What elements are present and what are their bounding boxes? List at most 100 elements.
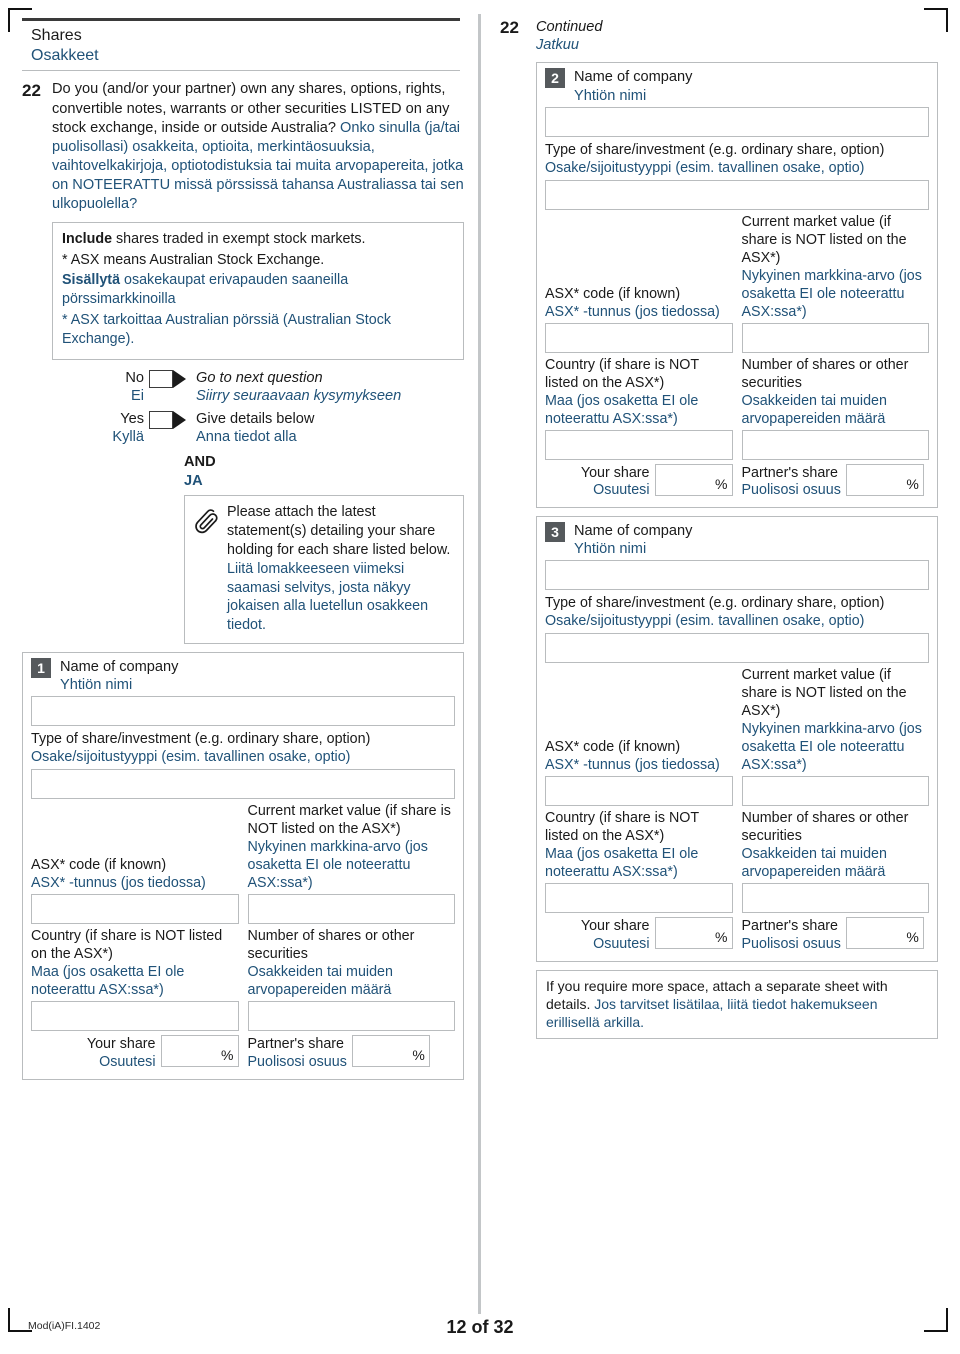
market-value-label-en: Current market value (if share is NOT li… bbox=[247, 803, 451, 838]
include-bold-fi: Sisällytä bbox=[62, 272, 121, 289]
asx-code-input[interactable] bbox=[545, 776, 733, 807]
partner-share-input[interactable]: % bbox=[845, 463, 924, 496]
asx-code-label-en: ASX* code (if known) bbox=[545, 285, 681, 302]
country-input[interactable] bbox=[31, 1001, 239, 1032]
market-value-label: Current market value (if share is NOT li… bbox=[742, 213, 930, 321]
company-name-input[interactable] bbox=[545, 560, 929, 591]
asx-note-en: * ASX means Australian Stock Exchange. bbox=[62, 251, 325, 268]
type-label-en: Type of share/investment (e.g. ordinary … bbox=[545, 595, 885, 612]
your-share-label: Your share Osuutesi bbox=[31, 1035, 161, 1071]
number-shares-label-en: Number of shares or other securities bbox=[247, 928, 415, 963]
type-label-fi: Osake/sijoitustyyppi (esim. tavallinen o… bbox=[545, 613, 865, 630]
entry-number-badge: 2 bbox=[545, 68, 565, 89]
country-label-en: Country (if share is NOT listed on the A… bbox=[545, 810, 699, 845]
market-value-label-fi: Nykyinen markkina-arvo (jos osaketta EI … bbox=[247, 839, 428, 892]
your-share-label-en: Your share bbox=[580, 464, 650, 481]
your-share-label-en: Your share bbox=[580, 918, 650, 935]
country-input[interactable] bbox=[545, 429, 733, 460]
answer-no-labels: No Ei bbox=[88, 369, 149, 406]
question-text: Do you (and/or your partner) own any sha… bbox=[52, 80, 464, 214]
share-type-input[interactable] bbox=[545, 179, 929, 210]
paperclip-icon bbox=[193, 503, 227, 635]
market-value-input[interactable] bbox=[741, 776, 929, 807]
type-label-fi: Osake/sijoitustyyppi (esim. tavallinen o… bbox=[31, 749, 351, 766]
asx-code-label: ASX* code (if known) ASX* -tunnus (jos t… bbox=[545, 285, 733, 321]
continued-number: 22 bbox=[500, 18, 519, 37]
question-number: 22 bbox=[22, 81, 41, 101]
company-label-en: Name of company bbox=[574, 523, 693, 540]
your-share-label: Your share Osuutesi bbox=[545, 917, 655, 953]
partner-share-input[interactable]: % bbox=[351, 1035, 430, 1068]
entry-header: 2 Name of company Yhtiön nimi bbox=[537, 63, 937, 104]
answer-yes-control[interactable] bbox=[149, 410, 193, 429]
your-share-input[interactable]: % bbox=[160, 1035, 239, 1068]
your-share-cell: Your share Osuutesi % bbox=[31, 1035, 239, 1071]
your-share-cell: Your share Osuutesi % bbox=[545, 917, 733, 953]
more-space-fi: Jos tarvitset lisätilaa, liitä tiedot ha… bbox=[546, 995, 878, 1031]
attachment-note-fi: Liitä lomakkeeseen viimeksi saamasi selv… bbox=[227, 560, 429, 634]
your-share-input[interactable]: % bbox=[654, 463, 733, 496]
question-body: Do you (and/or your partner) own any sha… bbox=[52, 80, 464, 645]
answer-no-row[interactable]: No Ei Go to next question Siirry seuraav… bbox=[88, 369, 464, 406]
country-shares-row: Country (if share is NOT listed on the A… bbox=[23, 927, 463, 1032]
partner-share-label: Partner's share Puolisosi osuus bbox=[248, 1035, 352, 1071]
asx-code-input[interactable] bbox=[545, 322, 733, 353]
include-line-fi: Sisällytä osakekaupat erivapauden saanei… bbox=[62, 271, 454, 309]
question-22: 22 Do you (and/or your partner) own any … bbox=[22, 80, 464, 645]
type-label: Type of share/investment (e.g. ordinary … bbox=[537, 137, 937, 178]
number-shares-input[interactable] bbox=[247, 1001, 455, 1032]
market-value-cell: Current market value (if share is NOT li… bbox=[741, 213, 930, 353]
share-entry-1: 1 Name of company Yhtiön nimi Type of sh… bbox=[22, 652, 464, 1080]
country-cell: Country (if share is NOT listed on the A… bbox=[545, 356, 733, 460]
number-shares-label: Number of shares or other securities Osa… bbox=[742, 356, 930, 428]
partner-share-label-en: Partner's share bbox=[741, 464, 839, 481]
partner-share-input[interactable]: % bbox=[845, 917, 924, 950]
country-label-en: Country (if share is NOT listed on the A… bbox=[31, 928, 223, 963]
answer-yes-row[interactable]: Yes Kyllä Give details below Anna tiedot… bbox=[88, 410, 464, 447]
market-value-cell: Current market value (if share is NOT li… bbox=[741, 666, 930, 807]
company-label: Name of company Yhtiön nimi bbox=[574, 522, 692, 558]
country-label-fi: Maa (jos osaketta EI ole noteerattu ASX:… bbox=[545, 846, 699, 881]
asx-market-row: ASX* code (if known) ASX* -tunnus (jos t… bbox=[537, 213, 937, 353]
continued-text: Continued Jatkuu bbox=[536, 18, 603, 54]
answer-no-control[interactable] bbox=[149, 369, 193, 388]
market-value-input[interactable] bbox=[247, 894, 455, 925]
left-column: Shares Osakkeet 22 Do you (and/or your p… bbox=[22, 18, 464, 1080]
number-shares-input[interactable] bbox=[741, 883, 929, 914]
country-label-fi: Maa (jos osaketta EI ole noteerattu ASX:… bbox=[31, 964, 185, 999]
your-share-label-fi: Osuutesi bbox=[593, 936, 650, 952]
company-name-input[interactable] bbox=[545, 106, 929, 137]
type-label: Type of share/investment (e.g. ordinary … bbox=[23, 726, 463, 767]
share-type-input[interactable] bbox=[545, 633, 929, 664]
share-entry-3: 3 Name of company Yhtiön nimi Type of sh… bbox=[536, 516, 938, 962]
number-shares-label-en: Number of shares or other securities bbox=[741, 356, 909, 391]
market-value-label-en: Current market value (if share is NOT li… bbox=[741, 213, 907, 266]
number-shares-input[interactable] bbox=[741, 429, 929, 460]
percent-symbol: % bbox=[221, 1047, 234, 1064]
asx-code-input[interactable] bbox=[31, 894, 239, 925]
your-share-input[interactable]: % bbox=[654, 917, 733, 950]
country-shares-row: Country (if share is NOT listed on the A… bbox=[537, 356, 937, 460]
entry-header: 3 Name of company Yhtiön nimi bbox=[537, 517, 937, 558]
arrow-right-icon bbox=[173, 410, 186, 429]
country-label: Country (if share is NOT listed on the A… bbox=[545, 809, 733, 881]
partner-share-label-en: Partner's share bbox=[247, 1036, 345, 1053]
company-label-fi: Yhtiön nimi bbox=[574, 87, 647, 104]
include-info-box: Include shares traded in exempt stock ma… bbox=[52, 221, 464, 360]
company-name-input[interactable] bbox=[31, 696, 455, 727]
market-value-input[interactable] bbox=[741, 322, 929, 353]
checkbox-yes[interactable] bbox=[149, 410, 173, 429]
answer-yes-label-fi: Kyllä bbox=[112, 428, 144, 445]
section-header: Shares Osakkeet bbox=[22, 21, 464, 68]
checkbox-no[interactable] bbox=[149, 369, 173, 388]
partner-share-label: Partner's share Puolisosi osuus bbox=[742, 917, 846, 953]
share-type-input[interactable] bbox=[31, 769, 455, 800]
company-label-en: Name of company bbox=[60, 659, 179, 676]
asx-code-label: ASX* code (if known) ASX* -tunnus (jos t… bbox=[31, 856, 239, 892]
percent-symbol: % bbox=[715, 475, 728, 492]
number-shares-label: Number of shares or other securities Osa… bbox=[742, 809, 930, 881]
country-input[interactable] bbox=[545, 883, 733, 914]
market-value-label: Current market value (if share is NOT li… bbox=[742, 666, 930, 774]
form-page: Shares Osakkeet 22 Do you (and/or your p… bbox=[0, 0, 960, 1354]
answer-yes-label-en: Yes bbox=[120, 410, 144, 427]
